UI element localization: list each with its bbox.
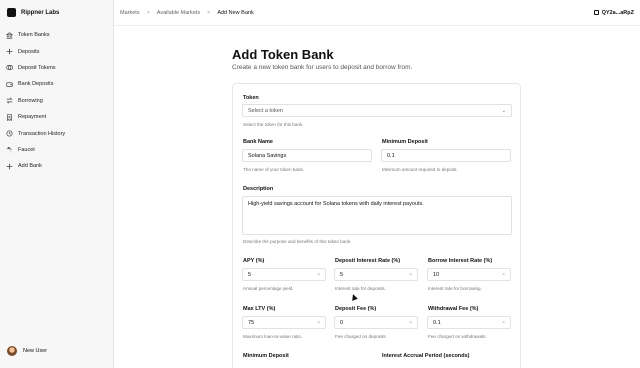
bank-name-hint: The name of your token bank. [243, 167, 305, 172]
sidebar-item-label: Token Banks [18, 32, 50, 39]
chevron-down-icon: ⌄ [501, 107, 506, 114]
sidebar-item-token-banks[interactable]: Token Banks [0, 27, 113, 43]
clear-icon[interactable]: × [502, 320, 505, 326]
clear-icon[interactable]: × [317, 272, 320, 278]
apy-value: 5 [248, 271, 252, 278]
borrow-rate-value: 10 [433, 271, 440, 278]
accrual-period-label: Interest Accrual Period (seconds) [382, 353, 470, 359]
page-title: Add Token Bank [232, 47, 334, 62]
token-label: Token [243, 95, 259, 101]
sidebar-nav: Token Banks Deposits Deposit Tokens Bank… [0, 27, 113, 175]
wallet-address: QY2a...aRpZ [601, 9, 634, 16]
bank-name-input[interactable]: Solana Savings [242, 149, 372, 162]
apy-input[interactable]: 5 × [242, 268, 326, 281]
sidebar-item-repayment[interactable]: Repayment [0, 109, 113, 125]
deposit-rate-hint: Interest rate for deposits. [335, 286, 386, 291]
min-deposit-hint: Minimum amount required to deposit. [382, 167, 458, 172]
withdrawal-fee-label: Withdrawal Fee (%) [428, 306, 479, 312]
sidebar-item-label: Deposit Tokens [18, 64, 56, 71]
deposit-fee-input[interactable]: 0 × [334, 316, 418, 329]
avatar [7, 346, 17, 356]
clear-icon[interactable]: × [409, 272, 412, 278]
page-subtitle: Create a new token bank for users to dep… [232, 64, 413, 71]
coins-icon [6, 64, 13, 71]
sidebar-item-label: Faucet [18, 146, 35, 153]
bank-name-value: Solana Savings [248, 152, 287, 159]
main-content: Add Token Bank Create a new token bank f… [114, 27, 640, 368]
history-icon [6, 130, 13, 137]
sidebar-item-deposits[interactable]: Deposits [0, 43, 113, 59]
sidebar-item-deposit-tokens[interactable]: Deposit Tokens [0, 60, 113, 76]
borrow-rate-label: Borrow Interest Rate (%) [428, 258, 493, 264]
min-deposit-value: 0.1 [387, 152, 395, 159]
bank-name-label: Bank Name [243, 139, 273, 145]
withdrawal-fee-hint: Fee charged on withdrawals. [428, 334, 487, 339]
token-bank-form: Token Select a token ⌄ Select the token … [232, 83, 521, 368]
breadcrumb-markets[interactable]: Markets [120, 10, 140, 16]
topbar: Markets > Available Markets > Add New Ba… [114, 0, 640, 26]
sidebar-item-bank-deposits[interactable]: Bank Deposits [0, 76, 113, 92]
clear-icon[interactable]: × [409, 320, 412, 326]
borrow-rate-hint: Interest rate for borrowing. [428, 286, 482, 291]
clear-icon[interactable]: × [317, 320, 320, 326]
chevron-right-icon: > [207, 9, 211, 16]
deposit-rate-value: 5 [340, 271, 344, 278]
max-ltv-input[interactable]: 75 × [242, 316, 326, 329]
description-textarea[interactable]: High-yield savings account for Solana to… [242, 196, 512, 235]
apy-hint: Annual percentage yield. [243, 286, 294, 291]
sidebar-item-transaction-history[interactable]: Transaction History [0, 125, 113, 141]
token-select-placeholder: Select a token [248, 107, 283, 114]
wallet-icon [593, 10, 599, 15]
deposit-rate-label: Deposit Interest Rate (%) [335, 258, 401, 264]
token-select[interactable]: Select a token ⌄ [242, 104, 512, 117]
borrow-rate-input[interactable]: 10 × [427, 268, 511, 281]
description-value: High-yield savings account for Solana to… [248, 201, 424, 207]
sidebar-item-label: Borrowing [18, 97, 43, 104]
max-ltv-label: Max LTV (%) [243, 306, 276, 312]
breadcrumb-available-markets[interactable]: Available Markets [157, 10, 200, 16]
sidebar-item-label: Repayment [18, 114, 47, 121]
wallet-icon [6, 81, 13, 88]
min-deposit-label: Minimum Deposit [382, 139, 428, 145]
plus-icon [6, 163, 13, 170]
max-ltv-value: 75 [248, 319, 255, 326]
user-name: New User [23, 348, 48, 354]
apy-label: APY (%) [243, 258, 265, 264]
receipt-icon [6, 113, 13, 121]
user-profile[interactable]: New User [7, 346, 47, 356]
breadcrumb: Markets > Available Markets > Add New Ba… [120, 10, 254, 16]
deposit-fee-value: 0 [340, 319, 344, 326]
sidebar-item-label: Deposits [18, 48, 40, 55]
sidebar-item-borrowing[interactable]: Borrowing [0, 93, 113, 109]
breadcrumb-current: Add New Bank [217, 9, 254, 16]
max-ltv-hint: Maximum loan-to-value ratio. [243, 334, 303, 339]
brand-name: Rippner Labs [21, 9, 60, 16]
description-label: Description [243, 186, 274, 192]
chevron-right-icon: > [146, 9, 150, 16]
sidebar-item-faucet[interactable]: Faucet [0, 142, 113, 158]
deposit-rate-input[interactable]: 5 × [334, 268, 418, 281]
clear-icon[interactable]: × [502, 272, 505, 278]
minimum-deposit-label: Minimum Deposit [243, 353, 289, 359]
deposit-fee-hint: Fee charged on deposits. [335, 334, 387, 339]
plus-icon [6, 48, 13, 55]
wallet-button[interactable]: QY2a...aRpZ [593, 9, 634, 16]
brand-logo-icon [7, 8, 16, 17]
arrows-icon [6, 97, 13, 104]
withdrawal-fee-input[interactable]: 0.1 × [427, 316, 511, 329]
faucet-icon [6, 146, 13, 153]
deposit-fee-label: Deposit Fee (%) [335, 306, 377, 312]
withdrawal-fee-value: 0.1 [433, 319, 441, 326]
description-hint: Describe the purpose and benefits of thi… [243, 239, 352, 244]
token-hint: Select the token for this bank. [243, 122, 304, 127]
sidebar-item-add-bank[interactable]: Add Bank [0, 158, 113, 174]
min-deposit-input[interactable]: 0.1 [381, 149, 511, 162]
brand[interactable]: Rippner Labs [0, 0, 113, 25]
sidebar: Rippner Labs Token Banks Deposits Deposi… [0, 0, 114, 368]
sidebar-item-label: Bank Deposits [18, 81, 54, 88]
sidebar-item-label: Add Bank [18, 163, 42, 170]
sidebar-item-label: Transaction History [18, 130, 66, 137]
bank-icon [6, 31, 13, 39]
